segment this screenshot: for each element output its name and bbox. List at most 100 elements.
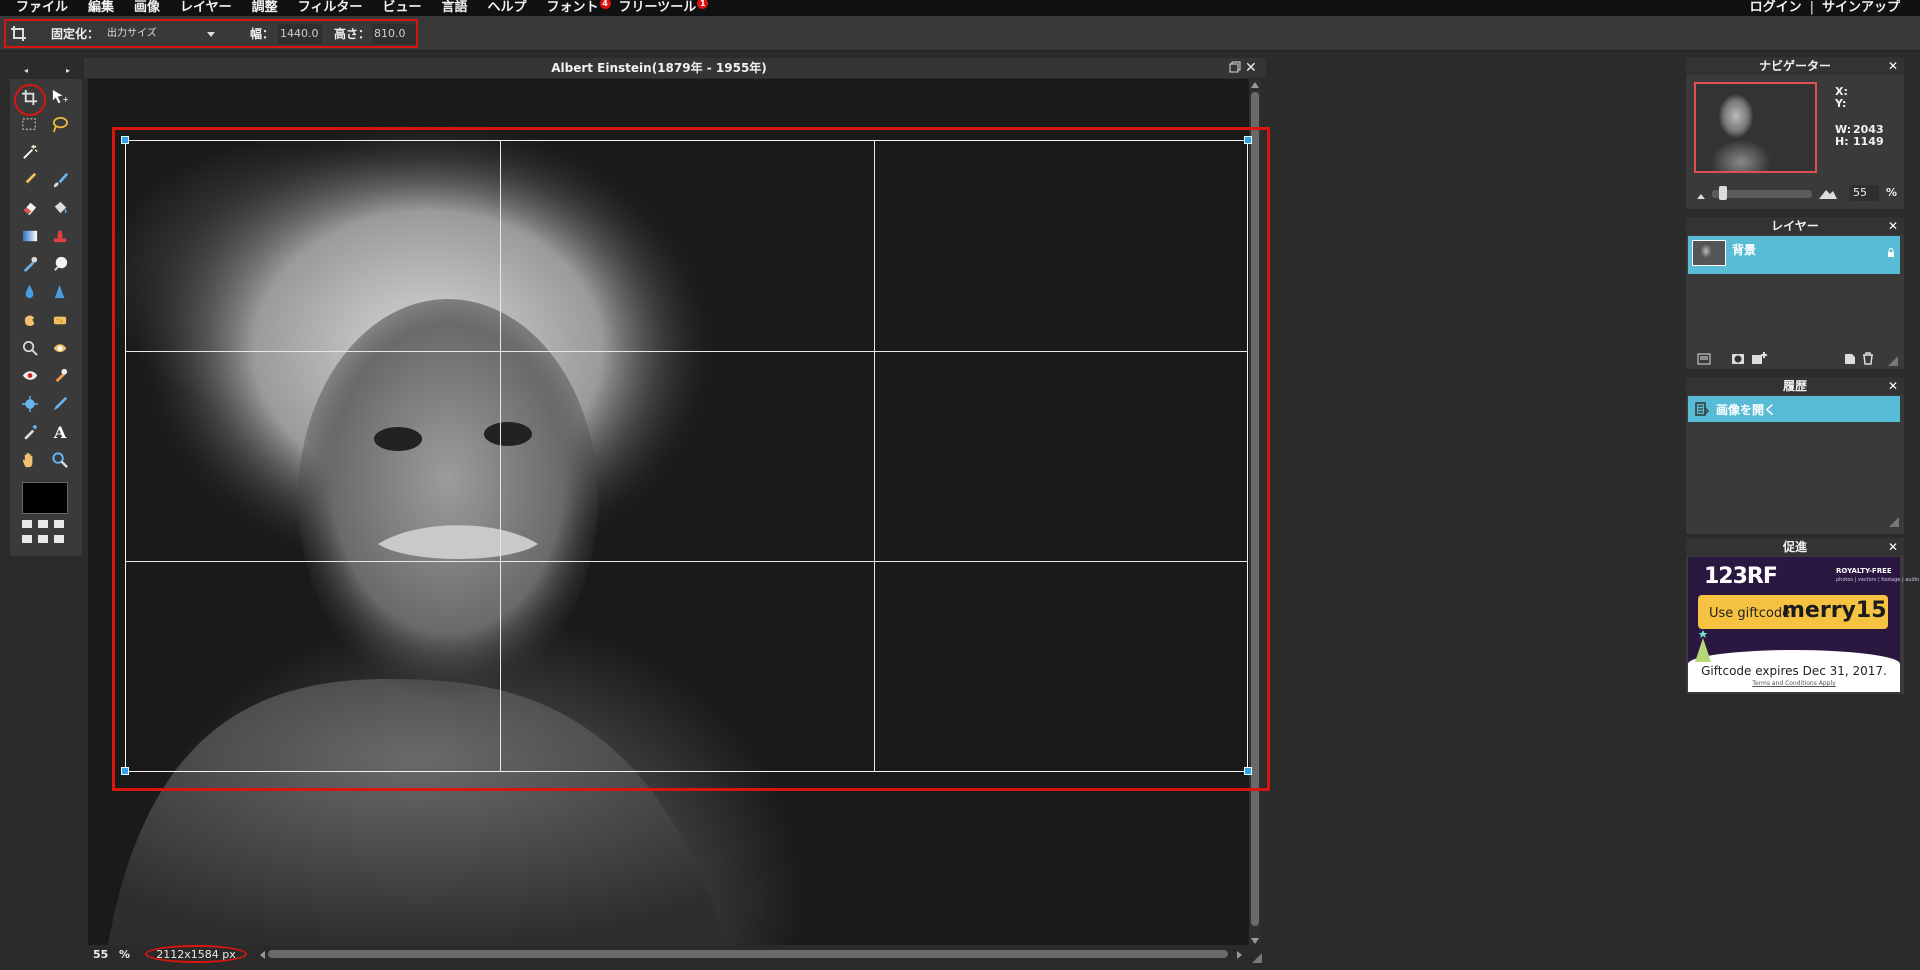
paint-bucket-icon: [54, 201, 67, 214]
menu-item[interactable]: レイヤー: [170, 0, 242, 16]
eyedropper-tool[interactable]: [18, 420, 42, 444]
promo-code: merry15: [1782, 598, 1887, 623]
resize-grip-icon[interactable]: [1888, 355, 1898, 366]
sponge-tool[interactable]: [48, 308, 72, 332]
scroll-left-icon[interactable]: [258, 949, 266, 959]
clone-stamp-icon: [53, 230, 67, 243]
menu-item[interactable]: 編集: [78, 0, 124, 16]
zoom-out-icon[interactable]: [1695, 189, 1707, 199]
new-layer-icon[interactable]: [1844, 353, 1856, 365]
crop-handle-top-right[interactable]: [1244, 136, 1252, 144]
close-icon[interactable]: ✕: [1888, 217, 1898, 235]
auth-links: ログイン | サインアップ: [1750, 0, 1900, 16]
promo-subtitle: photos | vectors | footage | audio: [1836, 577, 1920, 583]
blur-icon: [25, 284, 34, 299]
clone-stamp-tool[interactable]: [48, 224, 72, 248]
toolbox-arrows[interactable]: ◂ ▸: [24, 66, 70, 76]
lasso-icon: [52, 117, 68, 133]
gradient-tool[interactable]: [18, 224, 42, 248]
grid-line: [126, 351, 1247, 352]
pinch-tool[interactable]: [18, 392, 42, 416]
resize-grip-icon[interactable]: [1252, 952, 1262, 963]
bloat-tool[interactable]: [48, 364, 72, 388]
spot-heal-tool[interactable]: [48, 252, 72, 276]
scroll-down-icon[interactable]: [1249, 935, 1261, 945]
layer-thumbnail: [1692, 240, 1726, 266]
burn-tool[interactable]: [48, 336, 72, 360]
navigator-thumbnail[interactable]: [1694, 82, 1817, 173]
sharpen-tool[interactable]: [48, 280, 72, 304]
arrow-left-icon[interactable]: ◂: [24, 66, 28, 76]
scroll-up-icon[interactable]: [1249, 79, 1261, 89]
crop-handle-bottom-left[interactable]: [121, 767, 129, 775]
close-icon[interactable]: ✕: [1888, 377, 1898, 395]
menu-item[interactable]: 言語: [431, 0, 477, 16]
width-label: 幅：: [250, 27, 275, 41]
menu-item[interactable]: フィルター: [288, 0, 373, 16]
red-eye-tool[interactable]: [18, 364, 42, 388]
zoom-tool[interactable]: [48, 448, 72, 472]
color-replace-icon: [23, 256, 38, 273]
zoom-value[interactable]: 55: [93, 946, 108, 963]
scroll-right-icon[interactable]: [1236, 949, 1244, 959]
promo-terms-link[interactable]: Terms and Conditions Apply: [1688, 680, 1900, 687]
layer-mask-icon[interactable]: [1731, 353, 1745, 365]
resize-grip-icon[interactable]: [1889, 516, 1899, 527]
layer-settings-icon[interactable]: [1697, 353, 1711, 365]
sharpen-icon: [54, 284, 65, 299]
foreground-color-swatch[interactable]: [22, 482, 68, 514]
menu-item[interactable]: ヘルプ: [477, 0, 536, 16]
crop-handle-top-left[interactable]: [121, 136, 129, 144]
height-input[interactable]: [372, 24, 416, 44]
menu-item-label: 言語: [441, 0, 468, 15]
arrow-right-icon[interactable]: ▸: [66, 66, 70, 76]
add-layer-style-icon[interactable]: [1751, 352, 1767, 365]
paint-bucket-tool[interactable]: [48, 196, 72, 220]
menu-item-label: 編集: [88, 0, 115, 15]
crop-icon: [10, 25, 28, 43]
close-icon[interactable]: ✕: [1245, 58, 1259, 78]
hand-tool[interactable]: [18, 448, 42, 472]
pencil-tool[interactable]: [18, 168, 42, 192]
pen-tool[interactable]: [48, 392, 72, 416]
fixed-select[interactable]: 出力サイズ: [103, 25, 221, 43]
navigator-zoom-input[interactable]: 55: [1849, 185, 1879, 201]
close-icon[interactable]: ✕: [1888, 57, 1898, 75]
menu-item[interactable]: フォント 4: [536, 0, 611, 16]
trash-icon[interactable]: [1862, 352, 1874, 365]
history-item-label: 画像を開く: [1716, 403, 1777, 417]
signup-link[interactable]: サインアップ: [1822, 0, 1900, 16]
menu-item-label: レイヤー: [180, 0, 232, 15]
dodge-tool[interactable]: [18, 336, 42, 360]
menu-item[interactable]: ビュー: [372, 0, 431, 16]
horizontal-scrollbar[interactable]: [268, 950, 1228, 958]
blur-tool[interactable]: [18, 280, 42, 304]
zoom-slider-knob[interactable]: [1719, 186, 1728, 200]
smudge-tool[interactable]: [18, 308, 42, 332]
menu-item-label: 調整: [251, 0, 278, 15]
menu-item[interactable]: フリーツール 1: [609, 0, 709, 16]
close-icon[interactable]: ✕: [1888, 538, 1898, 556]
zoom-in-icon[interactable]: [1818, 186, 1838, 200]
promo-expiry: Giftcode expires Dec 31, 2017.: [1701, 664, 1887, 678]
gradient-icon: [22, 230, 38, 242]
move-tool[interactable]: [48, 86, 72, 110]
eraser-tool[interactable]: [18, 196, 42, 220]
menu-item[interactable]: 調整: [242, 0, 288, 16]
magic-wand-tool[interactable]: [18, 140, 42, 164]
menu-item-label: フォント: [546, 0, 599, 15]
crop-selection[interactable]: [125, 140, 1248, 772]
color-replace-tool[interactable]: [18, 252, 42, 276]
type-tool[interactable]: A: [48, 420, 72, 444]
width-input[interactable]: [278, 24, 322, 44]
menu-item[interactable]: 画像: [124, 0, 170, 16]
navigator-zoom-unit: %: [1886, 186, 1898, 199]
menu-item[interactable]: ファイル: [6, 0, 78, 16]
login-link[interactable]: ログイン: [1750, 0, 1802, 16]
marquee-tool[interactable]: [18, 113, 42, 137]
brush-tool[interactable]: [48, 168, 72, 192]
crop-handle-bottom-right[interactable]: [1244, 767, 1252, 775]
view-grid-icon[interactable]: [22, 520, 68, 546]
maximize-icon[interactable]: [1229, 61, 1242, 74]
lasso-tool[interactable]: [48, 113, 72, 137]
